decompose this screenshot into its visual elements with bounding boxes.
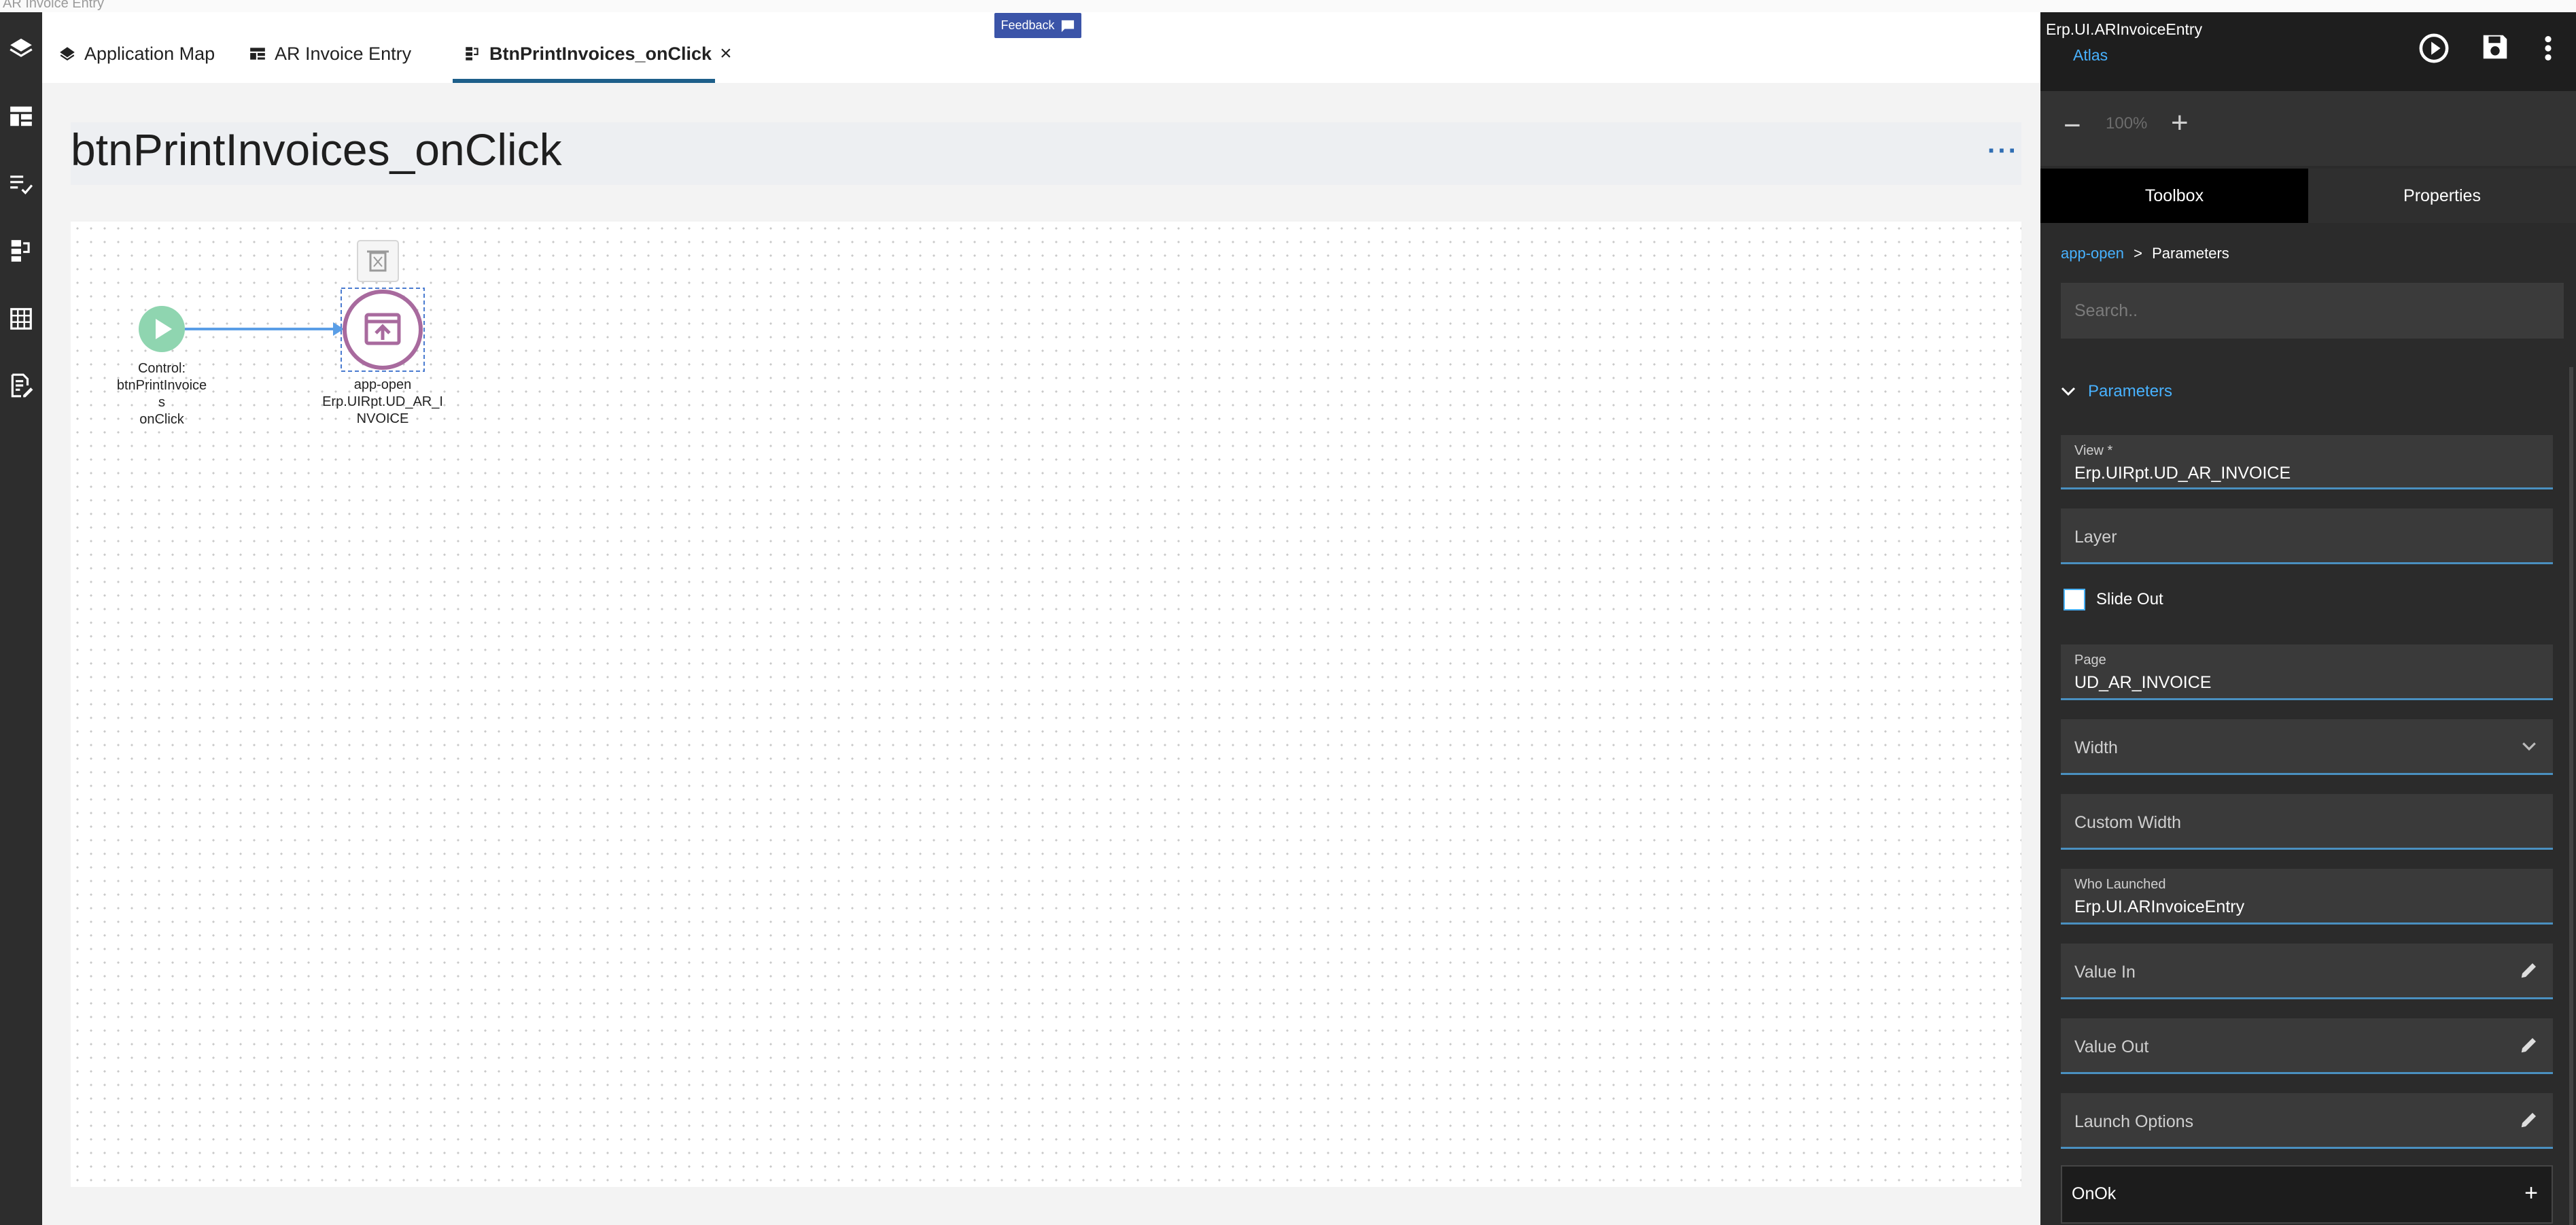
save-icon[interactable] [2479,31,2511,63]
value-in-field[interactable]: Value In [2061,944,2553,999]
page-field[interactable]: Page UD_AR_INVOICE [2061,644,2553,700]
field-value: UD_AR_INVOICE [2074,673,2212,692]
field-placeholder: Launch Options [2074,1112,2194,1131]
checklist-icon[interactable] [8,171,34,197]
onok-event-row[interactable]: OnOk + [2061,1165,2553,1224]
feedback-label: Feedback [1000,18,1055,32]
field-label: Who Launched [2074,877,2166,892]
label-line: app-open [353,377,412,392]
window-title-bar: AR Invoice Entry [0,0,2576,12]
panel-tabs: Toolbox Properties [2040,169,2576,223]
flow-canvas[interactable] [71,222,2021,1187]
tab-label: Application Map [84,43,215,64]
window-title: AR Invoice Entry [3,0,104,11]
panels-icon[interactable] [8,103,34,129]
value-out-field[interactable]: Value Out [2061,1018,2553,1074]
search-input[interactable] [2061,283,2564,339]
pencil-icon[interactable] [2519,1109,2539,1130]
tab-btnprintinvoices-onclick[interactable]: BtnPrintInvoices_onClick × [464,37,732,71]
slide-out-option[interactable]: Slide Out [2064,589,2163,610]
field-placeholder: Width [2074,738,2118,757]
view-field[interactable]: View * Erp.UIRpt.UD_AR_INVOICE [2061,435,2553,489]
breadcrumb-link[interactable]: app-open [2061,245,2124,262]
label-line: s [158,395,165,410]
document-edit-icon[interactable] [8,373,34,398]
tab-application-map[interactable]: Application Map [58,37,215,71]
field-value: Erp.UIRpt.UD_AR_INVOICE [2074,464,2291,483]
custom-width-field[interactable]: Custom Width [2061,794,2553,850]
start-node-label: Control: btnPrintInvoice s onClick [101,360,223,428]
layer-field[interactable]: Layer [2061,508,2553,564]
page-title: btnPrintInvoices_onClick [71,124,562,175]
zoom-out-button[interactable]: − [2064,109,2081,143]
width-select[interactable]: Width [2061,719,2553,775]
label-line: btnPrintInvoice [116,378,207,393]
event-label: OnOk [2072,1184,2117,1203]
launch-options-field[interactable]: Launch Options [2061,1093,2553,1149]
feedback-button[interactable]: Feedback [994,13,1081,38]
label-line: onClick [139,412,184,427]
chevron-down-icon [2061,387,2076,396]
checkbox-label: Slide Out [2096,590,2163,608]
panel-scrollbar[interactable] [2569,367,2573,1225]
breadcrumb-current: Parameters [2152,245,2229,262]
tab-label: BtnPrintInvoices_onClick [489,43,712,64]
table-icon [250,48,265,60]
field-placeholder: Custom Width [2074,813,2181,832]
field-placeholder: Value In [2074,963,2136,982]
breadcrumb: app-open > Parameters [2061,245,2229,262]
label-line: Control: [137,361,186,376]
field-label: Page [2074,653,2106,668]
label-line: NVOICE [356,411,409,426]
parameters-section-header[interactable]: Parameters [2061,382,2172,401]
field-value: Erp.UI.ARInvoiceEntry [2074,897,2245,916]
layer-name[interactable]: Atlas [2073,46,2108,65]
tab-properties[interactable]: Properties [2308,169,2576,223]
app-name: Erp.UI.ARInvoiceEntry [2046,20,2203,38]
action-node-label: app-open Erp.UIRpt.UD_AR_I NVOICE [315,377,451,428]
add-event-button[interactable]: + [2524,1180,2538,1207]
breadcrumb-separator: > [2134,245,2142,262]
left-rail [0,12,42,1225]
zoom-in-button[interactable]: + [2171,106,2189,140]
event-flow-icon[interactable] [8,238,34,264]
field-placeholder: Layer [2074,528,2117,547]
slide-out-checkbox[interactable] [2064,589,2085,610]
tab-label: AR Invoice Entry [275,43,412,64]
layers-icon[interactable] [8,35,34,61]
close-tab-icon[interactable]: × [720,42,732,65]
field-placeholder: Value Out [2074,1037,2149,1056]
tab-toolbox[interactable]: Toolbox [2040,169,2308,223]
label-line: Erp.UIRpt.UD_AR_I [322,394,443,409]
pencil-icon[interactable] [2519,960,2539,980]
more-options-button[interactable]: ··· [1987,136,2019,167]
layers-icon [60,47,75,61]
pencil-icon[interactable] [2519,1035,2539,1055]
zoom-level: 100% [2106,114,2148,133]
tab-ar-invoice-entry[interactable]: AR Invoice Entry [249,37,411,71]
flow-icon [466,47,478,61]
chevron-down-icon [2522,742,2536,751]
who-launched-field[interactable]: Who Launched Erp.UI.ARInvoiceEntry [2061,869,2553,925]
field-label: View * [2074,443,2113,458]
section-title: Parameters [2088,382,2173,400]
overflow-menu-icon[interactable] [2538,33,2558,64]
run-icon[interactable] [2418,33,2450,64]
grid-icon[interactable] [8,306,34,332]
comment-icon [1061,20,1074,32]
